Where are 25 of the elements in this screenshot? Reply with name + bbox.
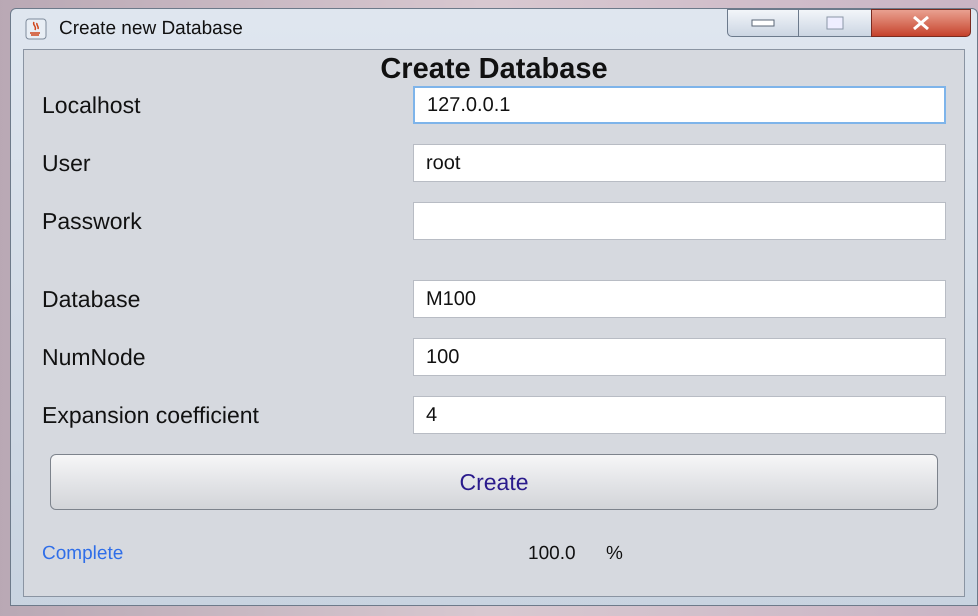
input-field[interactable]: M100 — [413, 280, 946, 318]
minimize-button[interactable] — [727, 9, 799, 37]
input-field[interactable]: 127.0.0.1 — [413, 86, 946, 124]
create-button[interactable]: Create — [50, 454, 938, 510]
window-title: Create new Database — [59, 16, 243, 41]
input-field[interactable]: 4 — [413, 396, 946, 434]
minimize-icon — [751, 19, 775, 27]
maximize-button[interactable] — [799, 9, 871, 37]
field-label: Passwork — [42, 206, 143, 236]
progress-value: 100.0 — [528, 542, 577, 566]
field-label: User — [42, 148, 92, 178]
percent-sign: % — [606, 542, 623, 566]
close-icon — [912, 16, 930, 30]
input-field[interactable]: 100 — [413, 338, 946, 376]
form-heading: Create Database — [379, 52, 609, 86]
coffee-cup-icon — [25, 18, 47, 40]
maximize-icon — [826, 16, 844, 30]
field-label: Expansion coefficient — [42, 400, 260, 430]
field-label: Localhost — [42, 90, 142, 120]
field-label: Database — [42, 284, 142, 314]
input-field[interactable] — [413, 202, 946, 240]
field-label: NumNode — [42, 342, 147, 372]
input-field[interactable]: root — [413, 144, 946, 182]
status-message: Complete — [42, 542, 124, 566]
close-button[interactable] — [871, 9, 971, 37]
